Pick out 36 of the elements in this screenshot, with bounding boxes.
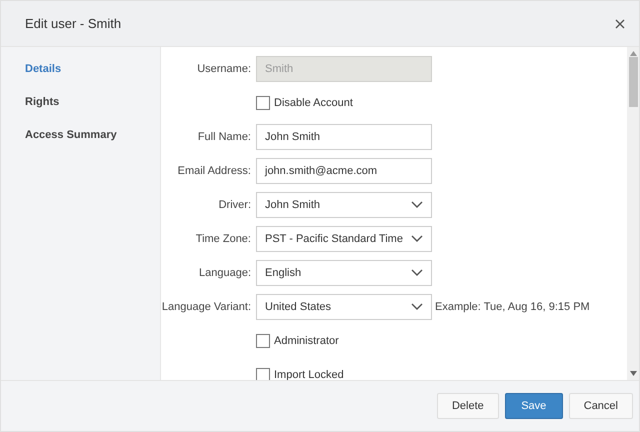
text-field[interactable]: john.smith@acme.com bbox=[256, 158, 432, 184]
dropdown-field[interactable]: PST - Pacific Standard Time bbox=[256, 226, 432, 252]
checkbox[interactable] bbox=[256, 334, 270, 348]
close-button[interactable] bbox=[613, 16, 627, 30]
sidebar-item[interactable]: Rights bbox=[25, 96, 60, 108]
action-button[interactable]: Cancel bbox=[568, 393, 633, 419]
example-note: Example: Tue, Aug 16, 9:15 PM bbox=[435, 301, 590, 313]
sidebar-item[interactable]: Access Summary bbox=[25, 129, 117, 141]
caret-icon bbox=[411, 201, 423, 209]
scroll-thumb[interactable] bbox=[628, 57, 638, 107]
save-button[interactable]: Save bbox=[504, 393, 563, 419]
field-label: Email Address: bbox=[176, 165, 252, 177]
action-button[interactable]: Delete bbox=[436, 393, 499, 419]
checkbox-label: Disable Account bbox=[274, 97, 353, 109]
caret-icon bbox=[411, 269, 423, 277]
scrollbar[interactable] bbox=[627, 47, 639, 380]
field-label: Language Variant: bbox=[161, 301, 252, 313]
text-field[interactable]: John Smith bbox=[256, 124, 432, 150]
checkbox[interactable] bbox=[256, 368, 270, 380]
dropdown-field[interactable]: John Smith bbox=[256, 192, 432, 218]
caret-icon bbox=[411, 303, 423, 311]
close-icon bbox=[615, 18, 625, 28]
checkbox-label: Import Locked bbox=[274, 369, 344, 380]
field-label: Language: bbox=[198, 267, 252, 279]
sidebar-item[interactable]: Details bbox=[25, 63, 62, 75]
dropdown-field[interactable]: English bbox=[256, 260, 432, 286]
dialog-title: Edit user - Smith bbox=[25, 16, 122, 31]
field-label: Username: bbox=[196, 63, 252, 75]
field-label: Driver: bbox=[218, 199, 252, 211]
field-label: Full Name: bbox=[196, 131, 252, 143]
caret-icon bbox=[411, 235, 423, 243]
field-label: Time Zone: bbox=[194, 233, 252, 245]
scroll-down-icon bbox=[630, 371, 636, 376]
dropdown-field[interactable]: United States bbox=[256, 294, 432, 320]
checkbox[interactable] bbox=[256, 96, 270, 110]
checkbox-label: Administrator bbox=[274, 335, 339, 347]
